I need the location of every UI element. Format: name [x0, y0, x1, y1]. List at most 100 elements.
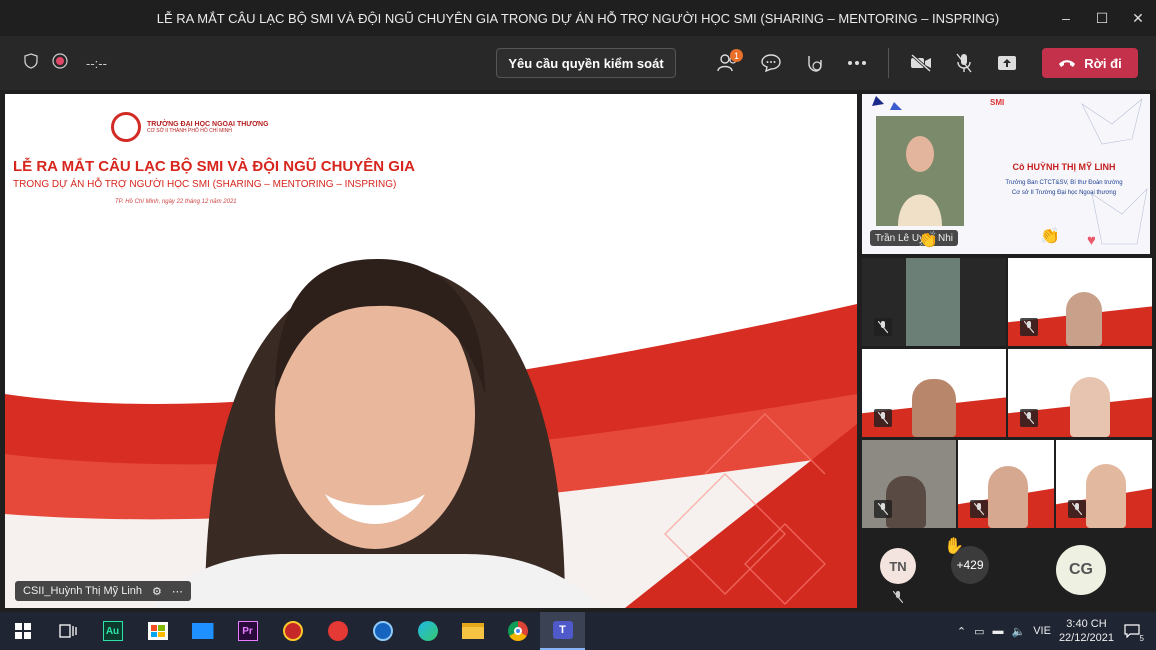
battery-icon[interactable]: ▬	[993, 625, 1004, 637]
meeting-info: --:--	[24, 52, 107, 74]
featured-brand: SMI	[990, 98, 1005, 107]
school-logo: TRƯỜNG ĐẠI HỌC NGOẠI THƯƠNG CƠ SỞ II THÀ…	[111, 112, 269, 142]
taskbar-edge[interactable]	[405, 612, 450, 650]
taskbar-audition[interactable]: Au	[90, 612, 135, 650]
main-video-stage[interactable]: TRƯỜNG ĐẠI HỌC NGOẠI THƯƠNG CƠ SỞ II THÀ…	[5, 94, 857, 608]
taskbar-teams[interactable]: T	[540, 612, 585, 650]
share-screen-icon	[997, 56, 1016, 70]
notification-icon	[1124, 624, 1140, 638]
more-icon[interactable]: ⋯	[172, 585, 183, 598]
participant-tile-7[interactable]	[1056, 440, 1152, 528]
task-view-button[interactable]	[45, 612, 90, 650]
speaker-name-tag[interactable]: CSII_Huỳnh Thị Mỹ Linh ⚙ ⋯	[15, 581, 191, 601]
windows-taskbar: Au Pr T ⌃ ▭ ▬ 🔈 VIE 3:40 CH 22/12/2021 5	[0, 612, 1156, 650]
participant-tile-3[interactable]	[862, 349, 1006, 437]
school-seal-icon	[111, 112, 141, 142]
participant-tile-5[interactable]	[862, 440, 956, 528]
language-indicator[interactable]: VIE	[1033, 625, 1051, 637]
participant-settings-icon[interactable]: ⚙	[152, 585, 162, 598]
taskbar-app-red-2[interactable]	[315, 612, 360, 650]
taskbar-store[interactable]	[135, 612, 180, 650]
store-icon	[147, 622, 168, 640]
participant-video	[906, 258, 960, 346]
taskbar-chrome[interactable]	[495, 612, 540, 650]
notification-count: 5	[1139, 634, 1144, 643]
task-view-icon	[58, 624, 77, 638]
clap-emoji-icon-2: 👏	[1040, 228, 1060, 245]
chat-button[interactable]	[749, 36, 792, 90]
app-blue-icon	[372, 621, 393, 641]
toolbar-divider	[888, 48, 889, 78]
chevron-up-icon[interactable]: ⌃	[957, 625, 966, 638]
volume-icon[interactable]: 🔈	[1012, 625, 1026, 638]
mic-off-icon	[1020, 409, 1038, 427]
notifications-button[interactable]: 5	[1122, 621, 1144, 643]
mic-off-icon	[892, 590, 904, 608]
participant-tile-6[interactable]	[958, 440, 1054, 528]
clap-emoji-icon: 👏	[918, 232, 938, 249]
clock-date: 22/12/2021	[1058, 632, 1114, 644]
reactions-button[interactable]	[792, 36, 835, 90]
premiere-icon: Pr	[237, 621, 258, 641]
school-campus: CƠ SỞ II THÀNH PHỐ HỒ CHÍ MINH	[147, 127, 232, 134]
system-tray: ⌃ ▭ ▬ 🔈 VIE 3:40 CH 22/12/2021 5	[957, 612, 1156, 650]
camera-off-icon	[910, 54, 931, 72]
taskbar-app-blue[interactable]	[360, 612, 405, 650]
meeting-toolbar: --:-- Yêu cầu quyền kiểm soát 1 Rời đi	[0, 36, 1156, 90]
mic-off-icon	[874, 409, 892, 427]
maximize-button[interactable]: ☐	[1084, 0, 1120, 36]
edge-icon	[417, 621, 438, 641]
chat-icon	[760, 54, 781, 72]
taskbar-app-red-1[interactable]	[270, 612, 315, 650]
leave-button[interactable]: Rời đi	[1042, 48, 1138, 78]
featured-tile[interactable]: SMI Cô HUỲNH THỊ MỸ LINH Trưởng Ban CTCT…	[862, 94, 1150, 254]
featured-role-1: Trưởng Ban CTCT&SV, Bí thư Đoàn trường	[1005, 180, 1123, 186]
more-options-button[interactable]	[835, 36, 878, 90]
phone-hangup-icon	[1059, 60, 1076, 67]
minimize-button[interactable]: –	[1048, 0, 1084, 36]
participant-tile-4[interactable]	[1008, 349, 1152, 437]
leave-label: Rời đi	[1084, 55, 1122, 71]
taskbar-mail[interactable]	[180, 612, 225, 650]
device-icon[interactable]: ▭	[974, 625, 984, 638]
window-title: LỄ RA MẮT CÂU LẠC BỘ SMI VÀ ĐỘI NGŨ CHUY…	[156, 10, 1000, 26]
window-titlebar: LỄ RA MẮT CÂU LẠC BỘ SMI VÀ ĐỘI NGŨ CHUY…	[0, 0, 1156, 36]
mic-off-icon	[874, 318, 892, 336]
close-button[interactable]: ✕	[1120, 0, 1156, 36]
participant-video	[1066, 292, 1102, 346]
taskbar-file-explorer[interactable]	[450, 612, 495, 650]
mic-off-icon	[970, 500, 988, 518]
speaker-name: CSII_Huỳnh Thị Mỹ Linh	[23, 585, 143, 597]
share-button[interactable]	[985, 36, 1028, 90]
audition-icon: Au	[102, 621, 123, 641]
windows-logo-icon	[14, 623, 31, 639]
participant-avatar-cg[interactable]: CG	[1056, 545, 1106, 595]
participant-video	[886, 476, 926, 528]
clock-time: 3:40 CH	[1066, 618, 1107, 630]
school-name: TRƯỜNG ĐẠI HỌC NGOẠI THƯƠNG	[147, 120, 269, 128]
teams-icon: T	[552, 621, 573, 639]
window-controls: – ☐ ✕	[1048, 0, 1156, 36]
mic-off-icon	[1020, 318, 1038, 336]
windows-start-button[interactable]	[0, 612, 45, 650]
shield-icon[interactable]	[24, 52, 38, 74]
toolbar-actions: 1	[706, 36, 1028, 90]
clock[interactable]: 3:40 CH 22/12/2021	[1059, 617, 1114, 645]
slide-subtitle: TRONG DỰ ÁN HỖ TRỢ NGƯỜI HỌC SMI (SHARIN…	[13, 179, 397, 190]
participants-badge: 1	[730, 49, 743, 62]
request-control-button[interactable]: Yêu cầu quyền kiểm soát	[496, 48, 676, 78]
app-red-icon	[282, 621, 303, 641]
participant-avatar-tn[interactable]: TN	[880, 548, 916, 584]
camera-toggle-button[interactable]	[899, 36, 942, 90]
recording-icon	[52, 52, 68, 74]
taskbar-premiere[interactable]: Pr	[225, 612, 270, 650]
chrome-icon	[507, 621, 528, 641]
slide-date: TP. Hồ Chí Minh, ngày 22 tháng 12 năm 20…	[115, 199, 237, 205]
participant-video	[912, 379, 956, 437]
more-participants-button[interactable]: +429	[951, 546, 989, 584]
reaction-icon	[807, 56, 822, 72]
participant-tile-2[interactable]	[1008, 258, 1152, 346]
mic-toggle-button[interactable]	[942, 36, 985, 90]
participants-button[interactable]: 1	[706, 36, 749, 90]
participant-tile-1[interactable]	[862, 258, 1006, 346]
